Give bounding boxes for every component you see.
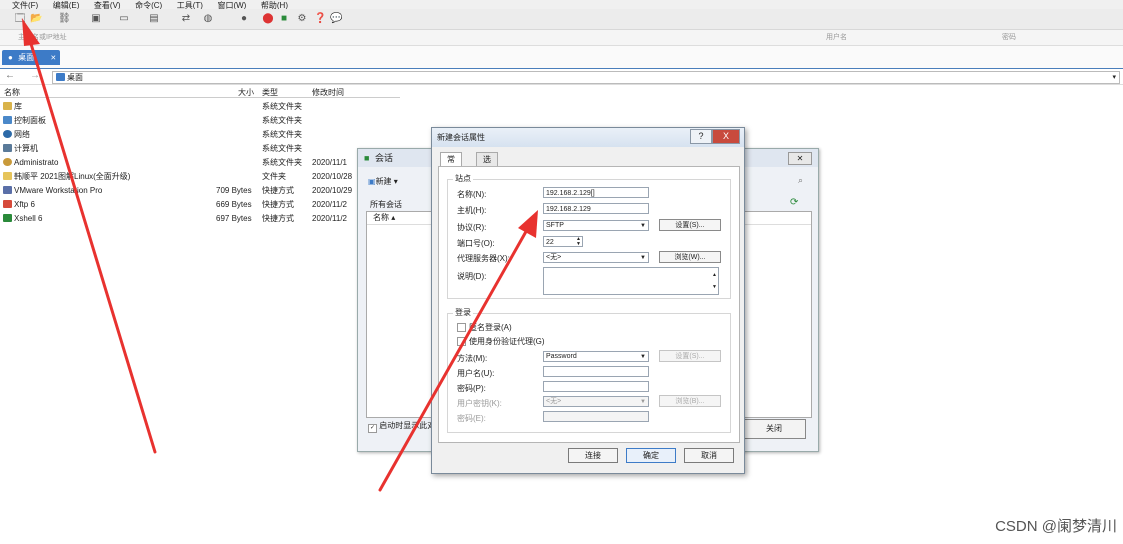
arrowhead-protocol [518,210,538,238]
arrowhead-new-session [22,18,40,46]
footer-watermark: CSDN @阑梦清川 [995,518,1117,535]
arrow-to-protocol [378,226,530,492]
arrow-to-new-session [26,32,157,454]
annotation-arrows [22,18,538,492]
